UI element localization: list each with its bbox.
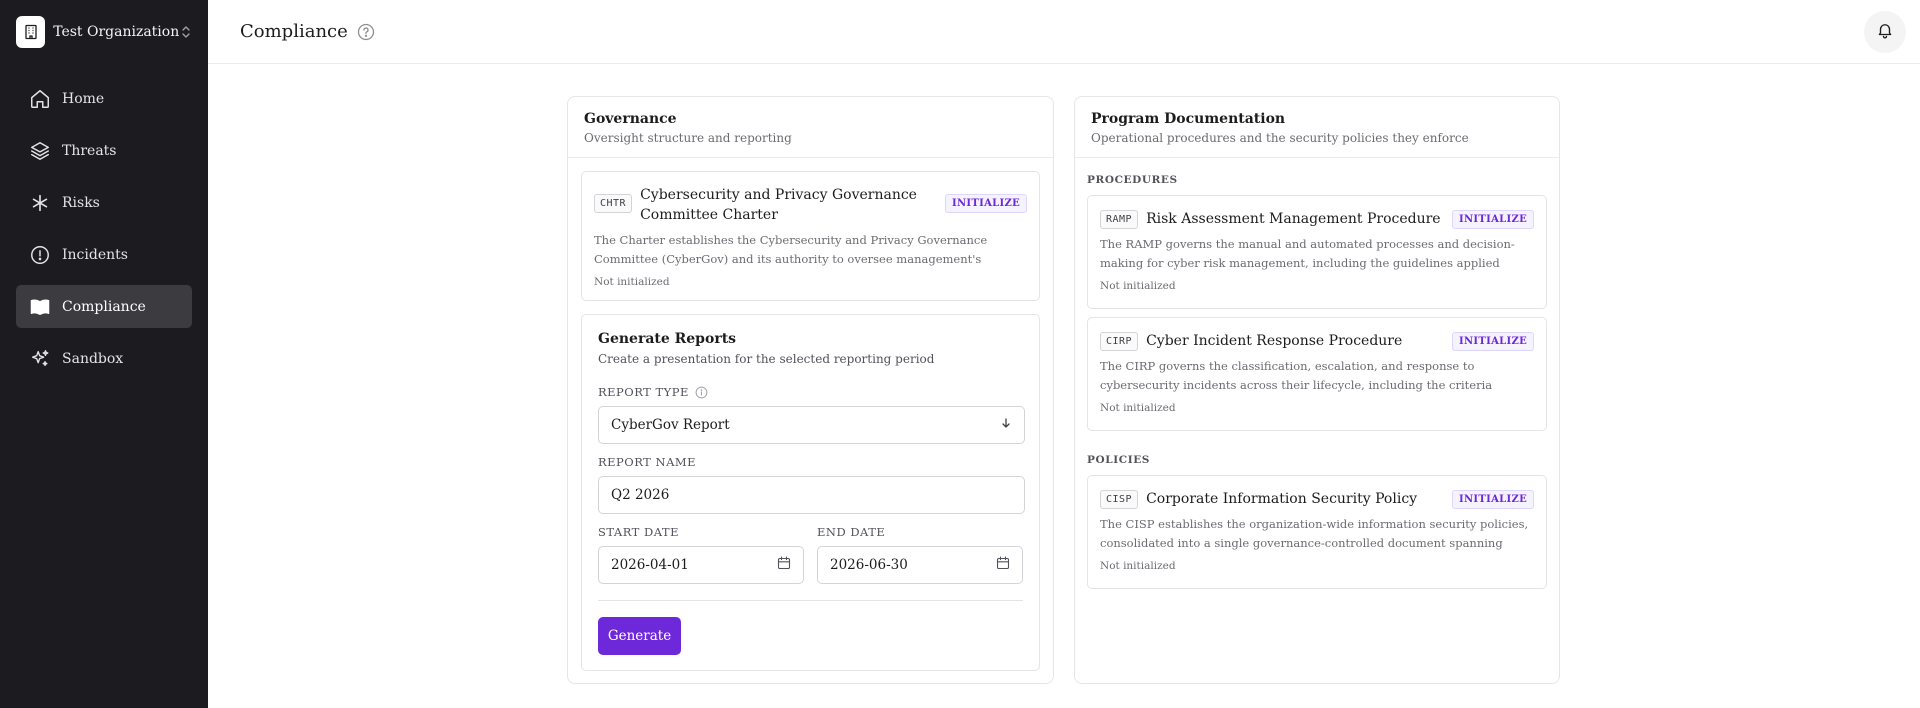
report-type-label: REPORT TYPE: [598, 385, 1025, 399]
help-circle-icon[interactable]: [357, 23, 375, 41]
initialize-button[interactable]: INITIALIZE: [944, 194, 1027, 213]
calendar-icon[interactable]: [777, 556, 791, 574]
sidebar-item-risks[interactable]: Risks: [16, 181, 192, 224]
program-documentation-panel: Program Documentation Operational proced…: [1074, 96, 1560, 684]
chevrons-up-down-icon: [179, 25, 192, 39]
doc-title: Corporate Information Security Policy: [1146, 491, 1418, 507]
info-icon[interactable]: [695, 386, 708, 399]
sidebar-item-compliance[interactable]: Compliance: [16, 285, 192, 328]
arrow-down-icon: [1000, 417, 1012, 433]
page-title: Compliance: [240, 21, 348, 42]
doc-description: The CIRP governs the classification, esc…: [1100, 359, 1493, 392]
doc-description: The CISP establishes the organization-wi…: [1100, 517, 1529, 550]
building-icon: [16, 16, 46, 48]
report-type-value: CyberGov Report: [611, 417, 730, 433]
initialize-button[interactable]: INITIALIZE: [1451, 489, 1534, 509]
doc-status: Not initialized: [1100, 402, 1176, 414]
report-name-value: Q2 2026: [611, 487, 670, 503]
governance-subtitle: Oversight structure and reporting: [584, 131, 792, 145]
doc-title: Cyber Incident Response Procedure: [1146, 333, 1403, 349]
top-header: Compliance: [208, 0, 1920, 64]
program-header: Program Documentation Operational proced…: [1075, 97, 1559, 158]
procedures-label: PROCEDURES: [1087, 174, 1178, 186]
divider: [598, 600, 1023, 601]
sidebar-item-label: Compliance: [62, 298, 146, 315]
doc-status: Not initialized: [594, 276, 670, 288]
sidebar: Test Organization Home Threats Risks Inc…: [0, 0, 208, 708]
doc-code: CHTR: [594, 194, 633, 213]
initialize-button[interactable]: INITIALIZE: [1451, 209, 1534, 229]
org-name: Test Organization: [53, 24, 180, 40]
sidebar-item-incidents[interactable]: Incidents: [16, 233, 192, 276]
home-icon: [28, 87, 52, 111]
bell-icon: [1876, 21, 1894, 43]
sidebar-item-label: Risks: [62, 194, 100, 211]
org-switcher[interactable]: Test Organization: [16, 15, 192, 49]
sidebar-item-sandbox[interactable]: Sandbox: [16, 337, 192, 380]
governance-header: Governance Oversight structure and repor…: [568, 97, 1053, 158]
doc-card-chtr[interactable]: CHTR Cybersecurity and Privacy Governanc…: [581, 171, 1040, 301]
start-date-value: 2026-04-01: [611, 557, 689, 573]
doc-code: RAMP: [1100, 209, 1139, 229]
doc-title: Cybersecurity and Privacy Governance Com…: [640, 187, 917, 223]
governance-panel: Governance Oversight structure and repor…: [567, 96, 1054, 684]
program-subtitle: Operational procedures and the security …: [1091, 131, 1469, 145]
sidebar-item-home[interactable]: Home: [16, 77, 192, 120]
sidebar-nav: Home Threats Risks Incidents Compliance …: [16, 77, 192, 389]
generate-reports-title: Generate Reports: [598, 331, 737, 347]
sidebar-item-label: Incidents: [62, 246, 128, 263]
policies-label: POLICIES: [1087, 454, 1150, 466]
start-date-input[interactable]: 2026-04-01: [598, 546, 804, 584]
report-type-select[interactable]: CyberGov Report: [598, 406, 1025, 444]
sidebar-item-label: Threats: [62, 142, 117, 159]
generate-button[interactable]: Generate: [598, 617, 681, 655]
layers-icon: [28, 139, 52, 163]
start-date-label: START DATE: [598, 525, 679, 539]
generate-reports-subtitle: Create a presentation for the selected r…: [598, 352, 935, 366]
sidebar-item-threats[interactable]: Threats: [16, 129, 192, 172]
end-date-input[interactable]: 2026-06-30: [817, 546, 1023, 584]
end-date-value: 2026-06-30: [830, 557, 908, 573]
doc-description: The Charter establishes the Cybersecurit…: [594, 233, 988, 266]
report-name-input[interactable]: Q2 2026: [598, 476, 1025, 514]
doc-card-cirp[interactable]: CIRP Cyber Incident Response Procedure I…: [1087, 317, 1547, 431]
doc-card-cisp[interactable]: CISP Corporate Information Security Poli…: [1087, 475, 1547, 589]
asterisk-icon: [28, 191, 52, 215]
end-date-label: END DATE: [817, 525, 886, 539]
generate-reports-card: Generate Reports Create a presentation f…: [581, 314, 1040, 671]
doc-description: The RAMP governs the manual and automate…: [1100, 237, 1515, 270]
sparkles-icon: [28, 347, 52, 371]
doc-code: CIRP: [1100, 331, 1139, 351]
doc-code: CISP: [1100, 489, 1139, 509]
report-name-label: REPORT NAME: [598, 455, 697, 469]
doc-status: Not initialized: [1100, 560, 1176, 572]
alert-circle-icon: [28, 243, 52, 267]
notifications-button[interactable]: [1864, 11, 1906, 53]
program-title: Program Documentation: [1091, 111, 1286, 127]
book-open-icon: [28, 295, 52, 319]
doc-title: Risk Assessment Management Procedure: [1146, 211, 1441, 227]
report-type-label-text: REPORT TYPE: [598, 385, 689, 399]
sidebar-item-label: Sandbox: [62, 350, 124, 367]
initialize-button[interactable]: INITIALIZE: [1451, 331, 1534, 351]
calendar-icon[interactable]: [996, 556, 1010, 574]
doc-card-ramp[interactable]: RAMP Risk Assessment Management Procedur…: [1087, 195, 1547, 309]
sidebar-item-label: Home: [62, 90, 105, 107]
governance-title: Governance: [584, 111, 677, 127]
doc-status: Not initialized: [1100, 280, 1176, 292]
